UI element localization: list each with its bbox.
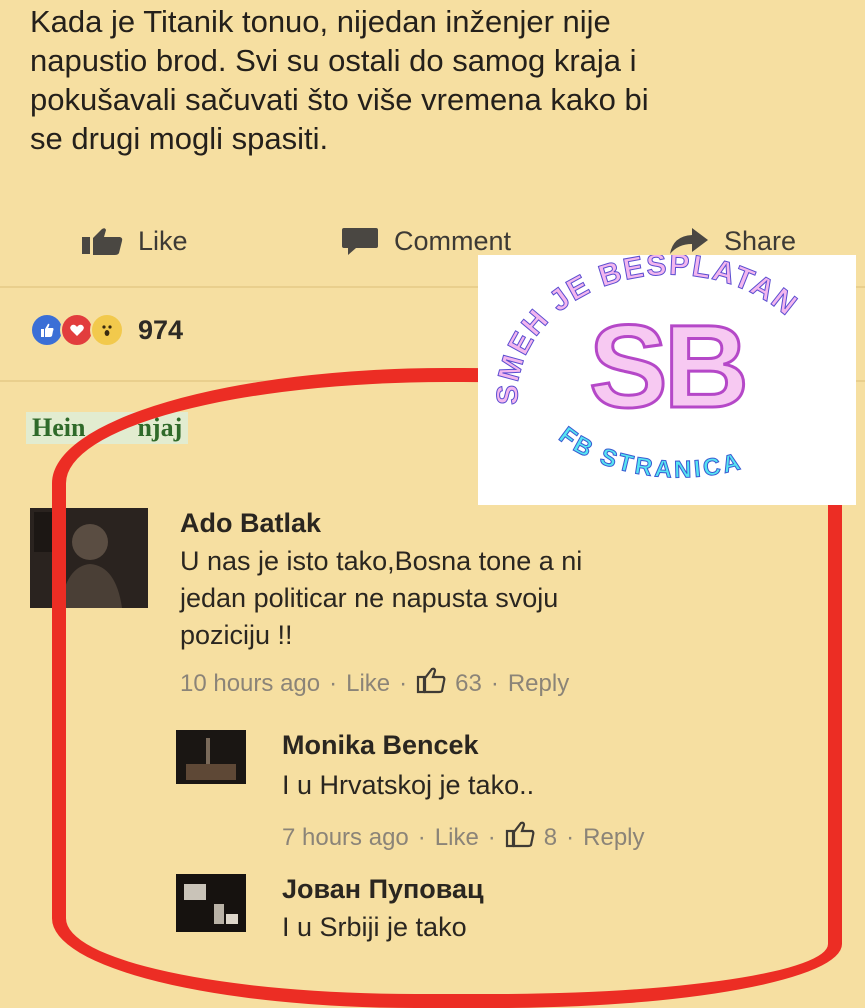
comment-meta: 10 hours ago · Like · 63 · Reply <box>180 666 582 701</box>
comment: Ado Batlak U nas je isto tako,Bosna tone… <box>30 508 820 718</box>
watermark-logo: SMEH JE BESPLATAN FB STRANICA SB <box>478 248 856 505</box>
comment-like-link[interactable]: Like <box>435 824 479 852</box>
post-text: Kada je Titanik tonuo, nijedan inženjer … <box>30 2 845 158</box>
comment-timestamp[interactable]: 10 hours ago <box>180 670 320 698</box>
thumbs-up-outline-icon <box>505 820 535 855</box>
comment-button[interactable]: Comment <box>340 225 511 257</box>
reactions-summary[interactable]: 974 <box>30 313 183 347</box>
page-tag-right: njaj <box>137 413 183 442</box>
post-text-line: pokušavali sačuvati što više vremena kak… <box>30 82 649 117</box>
reply-comment: Јован Пуповац I u Srbiji je tako <box>176 874 796 954</box>
love-reaction-icon <box>60 313 94 347</box>
thumbs-up-outline-icon <box>416 666 446 701</box>
reply-comment: Monika Bencek I u Hrvatskoj je tako.. 7 … <box>176 730 796 855</box>
comment-text-line: I u Srbiji je tako <box>282 912 467 942</box>
comment-reply-link[interactable]: Reply <box>583 824 644 852</box>
like-reaction-icon <box>30 313 64 347</box>
comment-reply-link[interactable]: Reply <box>508 670 569 698</box>
reaction-count: 974 <box>138 314 184 345</box>
avatar[interactable] <box>30 508 148 608</box>
comment-text-line: poziciju !! <box>180 620 293 650</box>
comment-text-line: U nas je isto tako,Bosna tone a ni <box>180 546 583 576</box>
comment-like-count: 63 <box>455 669 482 697</box>
comment-like-count: 8 <box>543 823 558 851</box>
share-button[interactable]: Share <box>668 226 796 257</box>
thumbs-up-icon <box>80 226 124 256</box>
post-text-line: se drugi mogli spasiti. <box>30 121 329 156</box>
avatar[interactable] <box>176 730 246 784</box>
page-tag[interactable]: Hein njaj <box>26 412 189 444</box>
comment-like-link[interactable]: Like <box>346 670 390 698</box>
comment-author[interactable]: Ado Batlak <box>180 508 582 539</box>
comment-text-line: I u Hrvatskoj je tako.. <box>282 770 535 800</box>
share-label: Share <box>724 225 797 256</box>
like-button[interactable]: Like <box>80 226 188 257</box>
share-arrow-icon <box>668 226 710 256</box>
like-label: Like <box>138 225 188 256</box>
comment-bubble-icon <box>340 225 380 257</box>
post-text-line: Kada je Titanik tonuo, nijedan inženjer … <box>30 4 611 39</box>
comment-text-line: jedan politicar ne napusta svoju <box>180 583 559 613</box>
comment-timestamp[interactable]: 7 hours ago <box>282 824 409 852</box>
wow-reaction-icon <box>90 313 124 347</box>
comment-meta: 7 hours ago · Like · 8 · Reply <box>282 820 645 855</box>
watermark-letters: SB <box>589 301 745 433</box>
comment-author[interactable]: Јован Пуповац <box>282 874 484 905</box>
comment-label: Comment <box>394 225 512 256</box>
page-tag-left: Hein <box>32 413 86 442</box>
avatar[interactable] <box>176 874 246 932</box>
comment-author[interactable]: Monika Bencek <box>282 730 645 761</box>
post-text-line: napustio brod. Svi su ostali do samog kr… <box>30 43 637 78</box>
